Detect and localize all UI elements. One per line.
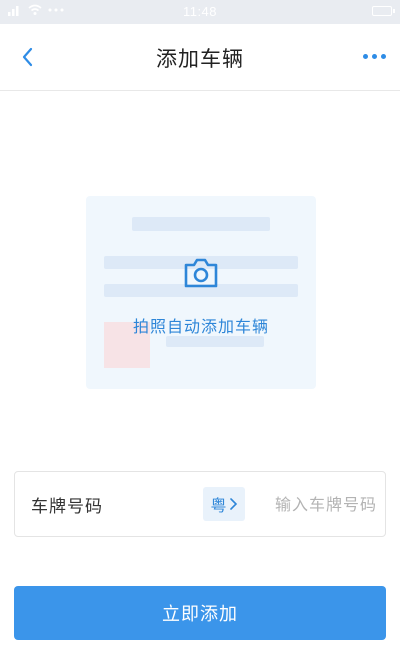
status-time: 11:48 xyxy=(182,4,218,19)
battery-icon xyxy=(372,6,395,16)
plate-number-input[interactable] xyxy=(255,486,377,522)
photo-add-card[interactable]: 拍照自动添加车辆 xyxy=(86,196,316,389)
more-button[interactable] xyxy=(363,54,386,59)
camera-icon xyxy=(184,258,218,288)
more-dot xyxy=(381,54,386,59)
photo-add-label: 拍照自动添加车辆 xyxy=(132,317,269,336)
card-placeholder-line xyxy=(166,336,264,347)
chevron-right-icon xyxy=(229,498,237,510)
plate-number-label: 车牌号码 xyxy=(31,497,103,517)
add-now-button[interactable]: 立即添加 xyxy=(14,586,386,640)
more-dot xyxy=(372,54,377,59)
province-selector[interactable]: 粤 xyxy=(203,487,245,521)
more-dots-icon xyxy=(363,54,368,59)
page-title: 添加车辆 xyxy=(156,47,244,71)
nav-header: 添加车辆 xyxy=(0,24,400,91)
card-placeholder-line xyxy=(132,217,270,231)
plate-number-row: 车牌号码 粤 xyxy=(14,471,386,537)
province-value: 粤 xyxy=(210,496,227,515)
status-bar: 11:48 xyxy=(0,0,400,24)
